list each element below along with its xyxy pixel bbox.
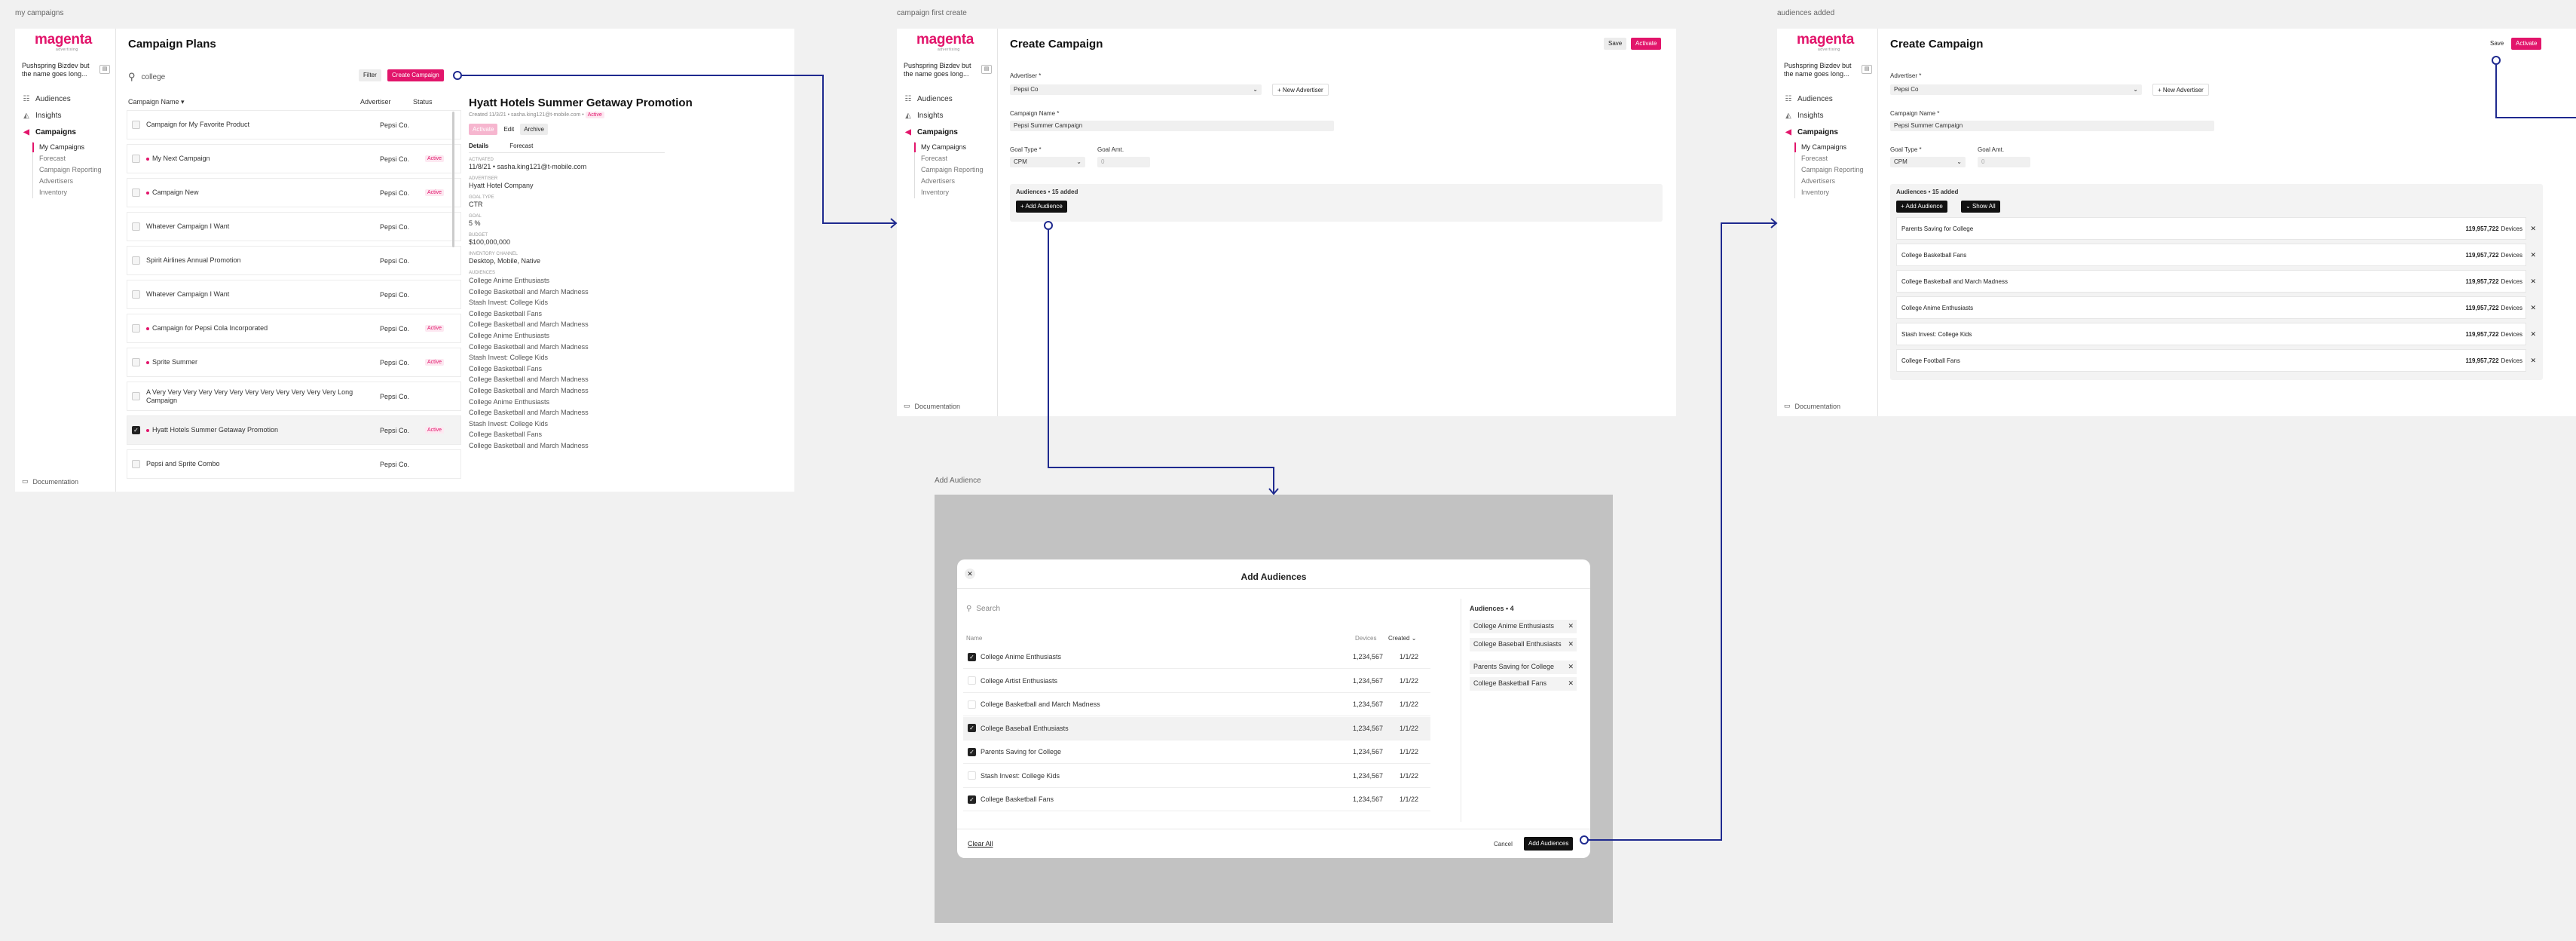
connector-node (1044, 221, 1053, 230)
connector-node (453, 71, 462, 80)
connector-create-campaign (461, 75, 895, 224)
connector-add-audiences (1587, 222, 1776, 841)
connector-add-audience (1048, 229, 1274, 493)
flow-connectors (453, 56, 2576, 844)
connector-node (2492, 56, 2501, 65)
connector-save (2495, 65, 2576, 118)
connector-node (1580, 835, 1589, 844)
